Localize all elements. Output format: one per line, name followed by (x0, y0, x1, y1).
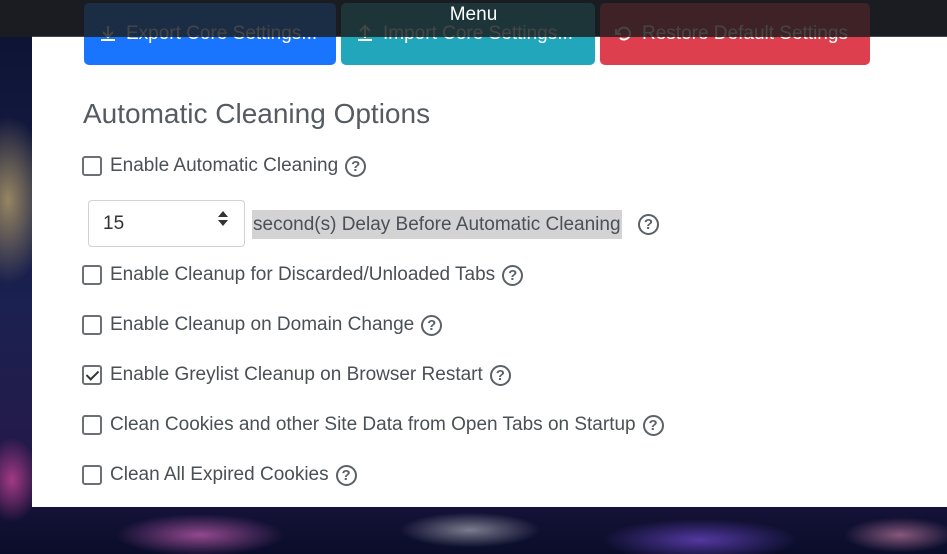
option-label[interactable]: Clean Cookies and other Site Data from O… (110, 414, 636, 436)
option-discarded-tabs[interactable]: Enable Cleanup for Discarded/Unloaded Ta… (82, 264, 524, 286)
checkbox-checked[interactable] (82, 365, 102, 385)
delay-seconds-input[interactable]: 15 (88, 200, 245, 247)
help-icon[interactable]: ? (489, 364, 511, 386)
checkbox[interactable] (82, 465, 102, 485)
option-domain-change[interactable]: Enable Cleanup on Domain Change ? (82, 314, 443, 336)
option-label[interactable]: Enable Automatic Cleaning (110, 155, 338, 177)
option-label[interactable]: Enable Greylist Cleanup on Browser Resta… (110, 364, 483, 386)
help-icon[interactable]: ? (642, 414, 664, 436)
section-title: Automatic Cleaning Options (83, 98, 431, 129)
option-automatic-cleaning[interactable]: Enable Automatic Cleaning ? (82, 155, 367, 177)
delay-value: 15 (103, 212, 125, 234)
checkbox[interactable] (82, 265, 102, 285)
stepper-arrows-icon[interactable] (218, 211, 228, 226)
delay-label: second(s) Delay Before Automatic Cleanin… (252, 210, 622, 239)
checkbox[interactable] (82, 415, 102, 435)
help-icon[interactable]: ? (421, 314, 443, 336)
menu-title[interactable]: Menu (0, 4, 947, 26)
menu-bar[interactable]: Menu (0, 0, 947, 37)
option-label[interactable]: Clean All Expired Cookies (110, 464, 329, 486)
help-icon[interactable]: ? (335, 464, 357, 486)
checkbox[interactable] (82, 156, 102, 176)
help-icon[interactable]: ? (502, 264, 524, 286)
help-icon[interactable]: ? (638, 214, 659, 235)
option-label[interactable]: Enable Cleanup on Domain Change (110, 314, 414, 336)
option-expired-cookies[interactable]: Clean All Expired Cookies ? (82, 464, 357, 486)
help-icon[interactable]: ? (345, 155, 367, 177)
checkbox[interactable] (82, 315, 102, 335)
option-open-tabs-startup[interactable]: Clean Cookies and other Site Data from O… (82, 414, 664, 436)
option-greylist-restart[interactable]: Enable Greylist Cleanup on Browser Resta… (82, 364, 511, 386)
option-label[interactable]: Enable Cleanup for Discarded/Unloaded Ta… (110, 264, 495, 286)
